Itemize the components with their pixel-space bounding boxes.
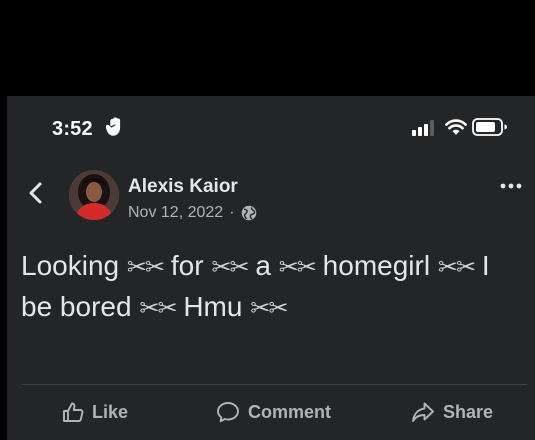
action-bar: Like Comment Share [7, 392, 535, 432]
share-label: Share [443, 401, 494, 422]
comment-label: Comment [248, 401, 332, 422]
post-text: Looking ✂✂ for ✂✂ a ✂✂ homegirl ✂✂ I be … [21, 246, 526, 328]
post-date[interactable]: Nov 12, 2022 [128, 204, 223, 222]
cellular-signal-icon [412, 120, 434, 136]
scissors-emoji: ✂✂ [250, 294, 288, 322]
scissors-emoji: ✂✂ [278, 253, 317, 281]
scissors-emoji: ✂✂ [139, 294, 177, 322]
scissors-emoji: ✂✂ [126, 253, 165, 281]
comment-button[interactable]: Comment [216, 392, 331, 432]
post-meta: Nov 12, 2022 · [128, 204, 257, 222]
meta-separator: · [229, 204, 235, 221]
author-name[interactable]: Alexis Kaior [128, 176, 238, 198]
scissors-emoji: ✂✂ [211, 253, 249, 281]
share-button[interactable]: Share [411, 392, 493, 432]
hand-gesture-icon [106, 117, 121, 136]
post-text-part: for [163, 250, 212, 281]
post-text-part: homegirl [314, 250, 438, 281]
avatar[interactable] [69, 170, 119, 220]
like-label: Like [92, 401, 129, 422]
globe-icon [241, 205, 256, 221]
scissors-emoji: ✂✂ [437, 253, 476, 281]
thumbs-up-icon [63, 402, 84, 422]
status-time: 3:52 [52, 118, 93, 140]
back-arrow-icon[interactable] [27, 181, 45, 205]
post-text-part: Looking [21, 250, 127, 281]
post-header: Alexis Kaior Nov 12, 2022 · [7, 168, 535, 228]
divider [21, 384, 527, 385]
status-bar: 3:52 [7, 96, 535, 158]
like-button[interactable]: Like [62, 392, 128, 432]
wifi-icon [445, 119, 467, 135]
more-options-icon[interactable] [500, 182, 522, 190]
battery-icon [472, 118, 507, 136]
post-text-part: Hmu [175, 291, 251, 322]
comment-icon [217, 402, 239, 423]
share-arrow-icon [412, 402, 434, 422]
post-text-part: a [247, 250, 279, 281]
profile-photo [69, 170, 119, 220]
phone-screen: 3:52 Alexis Kaior Nov 12, 2022 · Looking… [7, 96, 535, 440]
